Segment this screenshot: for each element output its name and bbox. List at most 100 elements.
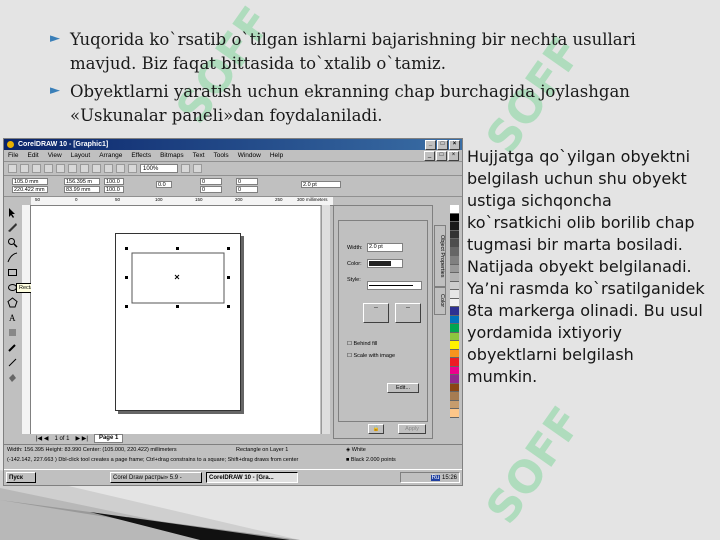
palette-swatch[interactable] [450,281,459,290]
palette-swatch[interactable] [450,256,459,265]
palette-swatch[interactable] [450,375,459,384]
menu-tools[interactable]: Tools [214,152,229,159]
doc-close-button[interactable]: × [448,151,459,161]
outline-width-dropdown[interactable]: 2.0 pt [367,243,403,252]
corner-round-1[interactable]: 0 [200,178,222,185]
palette-swatch[interactable] [450,205,459,214]
page-tab[interactable]: Page 1 [93,434,124,443]
scale-with-image-checkbox[interactable]: ☐ Scale with image [347,353,395,359]
zoom-select[interactable]: 100% [140,164,178,173]
palette-swatch[interactable] [450,315,459,324]
copy-icon[interactable] [68,164,77,173]
tab-object-properties[interactable]: Object Properties [434,225,446,287]
palette-swatch[interactable] [450,400,459,409]
vertical-scrollbar[interactable] [321,205,330,434]
outline-tool-icon[interactable] [7,357,18,368]
palette-swatch[interactable] [450,307,459,316]
minimize-button[interactable]: _ [425,140,436,150]
close-button[interactable]: × [449,140,460,150]
menu-layout[interactable]: Layout [71,152,91,159]
doc-restore-button[interactable]: □ [436,151,447,161]
palette-swatch[interactable] [450,324,459,333]
save-icon[interactable] [32,164,41,173]
x-position-field[interactable]: 105.0 mm [12,178,48,185]
zoom-tool-icon[interactable] [7,237,18,248]
menu-help[interactable]: Help [270,152,283,159]
corner-round-2[interactable]: 0 [200,186,222,193]
outline-width-select[interactable]: 2.0 pt [301,181,341,188]
drawing-canvas[interactable] [31,206,320,434]
palette-swatch[interactable] [450,366,459,375]
palette-swatch[interactable] [450,383,459,392]
start-button[interactable]: Пуск [6,472,36,483]
palette-swatch[interactable] [450,409,459,418]
redo-icon[interactable] [104,164,113,173]
palette-swatch[interactable] [450,358,459,367]
maximize-button[interactable]: □ [437,140,448,150]
fill-tool-icon[interactable] [7,372,18,383]
eyedropper-tool-icon[interactable] [7,342,18,353]
palette-swatch[interactable] [450,247,459,256]
palette-swatch[interactable] [450,298,459,307]
height-field[interactable]: 83.99 mm [64,186,100,193]
scale-y-field[interactable]: 100.0 [104,186,124,193]
palette-swatch[interactable] [450,392,459,401]
menu-effects[interactable]: Effects [131,152,151,159]
menu-edit[interactable]: Edit [27,152,38,159]
shape-tool-icon[interactable] [7,222,18,233]
next-page-button[interactable]: ▶ ▶| [75,435,87,442]
menu-arrange[interactable]: Arrange [99,152,122,159]
text-tool-icon[interactable]: A [7,312,18,323]
open-icon[interactable] [20,164,29,173]
apply-button[interactable]: Apply [398,424,426,434]
palette-swatch[interactable] [450,213,459,222]
palette-swatch[interactable] [450,230,459,239]
pick-tool-icon[interactable] [7,207,18,218]
print-icon[interactable] [44,164,53,173]
palette-swatch[interactable] [450,349,459,358]
palette-swatch[interactable] [450,239,459,248]
rotation-field[interactable]: 0.0 [156,181,172,188]
menu-view[interactable]: View [48,152,62,159]
menu-bitmaps[interactable]: Bitmaps [160,152,183,159]
scale-x-field[interactable]: 100.0 [104,178,124,185]
palette-swatch[interactable] [450,222,459,231]
behind-fill-checkbox[interactable]: ☐ Behind fill [347,341,377,347]
palette-swatch[interactable] [450,264,459,273]
doc-minimize-button[interactable]: _ [424,151,435,161]
lock-button[interactable]: 🔒 [368,424,384,434]
palette-swatch[interactable] [450,341,459,350]
language-indicator[interactable]: Ru [430,475,441,481]
outline-color-dropdown[interactable] [367,259,403,268]
corner-round-3[interactable]: 0 [236,178,258,185]
palette-swatch[interactable] [450,332,459,341]
menu-window[interactable]: Window [238,152,261,159]
width-field[interactable]: 156.395 m [64,178,100,185]
line-style-dropdown[interactable] [367,281,422,290]
start-arrow-dropdown[interactable]: ─ [363,303,389,323]
task-coreldraw10[interactable]: CorelDRAW 10 - [Gra... [206,472,298,483]
corel-online-icon[interactable] [193,164,202,173]
task-corel-draw-rastry[interactable]: Corel Draw растры» 5.9 - [110,472,202,483]
interactive-tool-icon[interactable] [7,327,18,338]
menu-file[interactable]: File [8,152,18,159]
import-icon[interactable] [116,164,125,173]
paste-icon[interactable] [80,164,89,173]
new-icon[interactable] [8,164,17,173]
palette-swatch[interactable] [450,290,459,299]
palette-swatch[interactable] [450,273,459,282]
selected-rectangle[interactable] [116,234,240,410]
edit-button[interactable]: Edit... [387,383,419,393]
rectangle-tool-icon[interactable] [7,267,18,278]
first-page-button[interactable]: |◀ ◀ [36,435,48,442]
menu-text[interactable]: Text [193,152,205,159]
app-launcher-icon[interactable] [181,164,190,173]
end-arrow-dropdown[interactable]: ─ [395,303,421,323]
y-position-field[interactable]: 220.422 mm [12,186,48,193]
export-icon[interactable] [128,164,137,173]
freehand-tool-icon[interactable] [7,252,18,263]
corner-round-4[interactable]: 0 [236,186,258,193]
cut-icon[interactable] [56,164,65,173]
polygon-tool-icon[interactable] [7,297,18,308]
tab-color[interactable]: Color [434,287,446,315]
